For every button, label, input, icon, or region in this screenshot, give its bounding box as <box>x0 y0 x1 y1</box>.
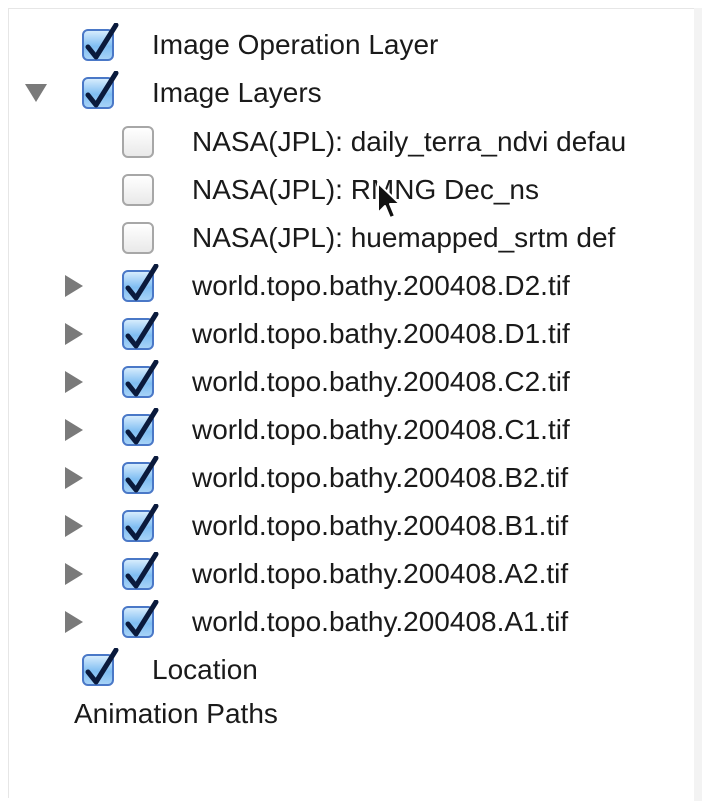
tree-item-label: NASA(JPL): daily_terra_ndvi defau <box>192 126 627 157</box>
layer-checkbox[interactable] <box>82 71 119 109</box>
disclosure-triangle-collapsed-icon[interactable] <box>64 600 84 644</box>
tree-item-label: world.topo.bathy.200408.B1.tif <box>192 510 569 541</box>
checkmark-icon <box>85 71 119 108</box>
checkmark-icon <box>125 552 159 589</box>
tree-item-label: world.topo.bathy.200408.A2.tif <box>192 558 569 589</box>
tree-item-label: NASA(JPL): huemapped_srtm def <box>192 222 616 253</box>
layer-checkbox[interactable] <box>122 312 159 350</box>
layer-checkbox[interactable] <box>122 360 159 398</box>
tree-item-label: Animation Paths <box>74 698 278 729</box>
layer-checkbox[interactable] <box>122 264 159 302</box>
tree-item-label: world.topo.bathy.200408.C1.tif <box>192 414 570 445</box>
disclosure-triangle-expanded-icon[interactable] <box>25 71 47 115</box>
layer-checkbox[interactable] <box>122 126 154 158</box>
tree-item-label: world.topo.bathy.200408.C2.tif <box>192 366 570 397</box>
layer-checkbox[interactable] <box>122 600 159 638</box>
tree-item-label: Image Layers <box>152 77 322 108</box>
disclosure-triangle-collapsed-icon[interactable] <box>64 360 84 404</box>
checkmark-icon <box>85 23 119 60</box>
tree-item-world-topo-d2[interactable]: world.topo.bathy.200408.D2.tif <box>0 264 702 308</box>
layer-checkbox[interactable] <box>122 552 159 590</box>
disclosure-triangle-collapsed-icon[interactable] <box>64 552 84 596</box>
layer-checkbox[interactable] <box>122 504 159 542</box>
layer-checkbox[interactable] <box>122 174 154 206</box>
tree-item-world-topo-a1[interactable]: world.topo.bathy.200408.A1.tif <box>0 600 702 644</box>
tree-item-label: world.topo.bathy.200408.A1.tif <box>192 606 569 637</box>
layer-checkbox[interactable] <box>82 23 119 61</box>
mouse-pointer-icon <box>377 182 401 219</box>
disclosure-triangle-collapsed-icon[interactable] <box>64 408 84 452</box>
tree-item-image-operation-layer[interactable]: Image Operation Layer <box>0 23 702 67</box>
checkmark-icon <box>125 312 159 349</box>
checkmark-icon <box>85 648 119 685</box>
tree-item-nasa-rmng-dec-ns[interactable]: NASA(JPL): RMNG Dec_ns <box>0 168 702 212</box>
layer-checkbox[interactable] <box>122 408 159 446</box>
checkmark-icon <box>125 504 159 541</box>
tree-item-animation-paths[interactable]: Animation Paths <box>0 692 702 736</box>
checkmark-icon <box>125 360 159 397</box>
tree-item-world-topo-d1[interactable]: world.topo.bathy.200408.D1.tif <box>0 312 702 356</box>
checkmark-icon <box>125 264 159 301</box>
tree-item-nasa-huemapped-srtm[interactable]: NASA(JPL): huemapped_srtm def <box>0 216 702 260</box>
tree-item-label: world.topo.bathy.200408.D2.tif <box>192 270 570 301</box>
tree-item-world-topo-a2[interactable]: world.topo.bathy.200408.A2.tif <box>0 552 702 596</box>
tree-item-world-topo-b1[interactable]: world.topo.bathy.200408.B1.tif <box>0 504 702 548</box>
tree-item-world-topo-c2[interactable]: world.topo.bathy.200408.C2.tif <box>0 360 702 404</box>
tree-item-image-layers[interactable]: Image Layers <box>0 71 702 115</box>
layer-checkbox[interactable] <box>82 648 119 686</box>
tree-item-location[interactable]: Location <box>0 648 702 692</box>
tree-item-nasa-daily-terra-ndvi[interactable]: NASA(JPL): daily_terra_ndvi defau <box>0 120 702 164</box>
tree-item-world-topo-c1[interactable]: world.topo.bathy.200408.C1.tif <box>0 408 702 452</box>
tree-item-label: world.topo.bathy.200408.D1.tif <box>192 318 570 349</box>
layer-checkbox[interactable] <box>122 222 154 254</box>
checkmark-icon <box>125 408 159 445</box>
checkmark-icon <box>125 456 159 493</box>
tree-item-label: NASA(JPL): RMNG Dec_ns <box>192 174 539 205</box>
tree-item-label: Location <box>152 654 258 685</box>
disclosure-triangle-collapsed-icon[interactable] <box>64 312 84 356</box>
disclosure-triangle-collapsed-icon[interactable] <box>64 264 84 308</box>
tree-item-label: world.topo.bathy.200408.B2.tif <box>192 462 569 493</box>
disclosure-triangle-collapsed-icon[interactable] <box>64 456 84 500</box>
layer-checkbox[interactable] <box>122 456 159 494</box>
disclosure-triangle-collapsed-icon[interactable] <box>64 504 84 548</box>
tree-item-world-topo-b2[interactable]: world.topo.bathy.200408.B2.tif <box>0 456 702 500</box>
checkmark-icon <box>125 600 159 637</box>
tree-item-label: Image Operation Layer <box>152 29 439 60</box>
